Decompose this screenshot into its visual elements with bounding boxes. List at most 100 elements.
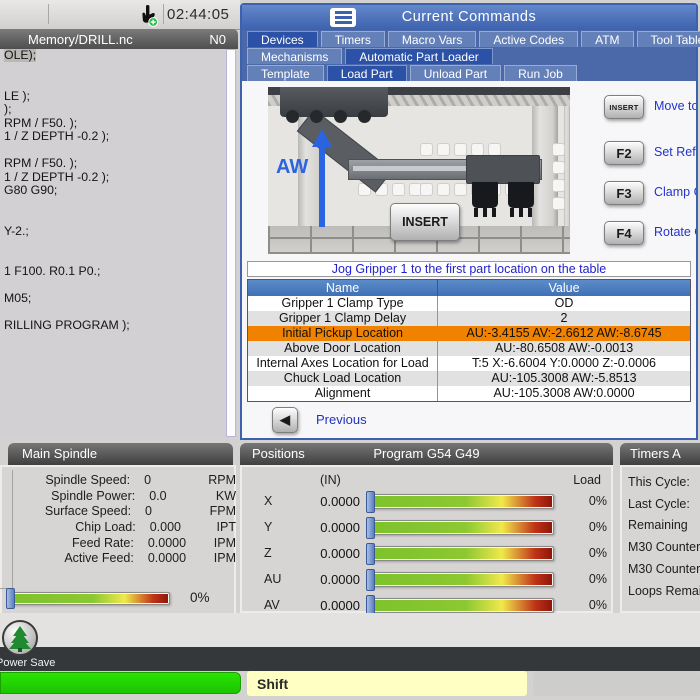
spindle-row-value: 0.0000	[134, 536, 214, 552]
code-text: );	[4, 102, 12, 116]
tab-active-codes[interactable]: Active Codes	[479, 31, 578, 47]
code-line	[0, 76, 238, 90]
axis-load-bar	[370, 572, 554, 587]
table-cell-name: Gripper 1 Clamp Delay	[248, 311, 438, 326]
axis-label: Y	[264, 520, 272, 534]
timer-row: M30 Counter	[628, 540, 700, 554]
table-row[interactable]: Chuck Load LocationAU:-105.3008 AW:-5.85…	[248, 371, 690, 386]
table-row[interactable]: Internal Axes Location for LoadT:5 X:-6.…	[248, 356, 690, 371]
spindle-row: Active Feed:0.0000IPM	[0, 551, 236, 567]
code-line	[0, 144, 238, 158]
table-row[interactable]: Initial Pickup LocationAU:-3.4155 AV:-2.…	[248, 326, 690, 341]
tab-row: DevicesTimersMacro VarsActive CodesATMTo…	[242, 30, 696, 47]
wall-hole	[392, 183, 405, 196]
code-line: RILLING PROGRAM );	[0, 319, 238, 333]
positions-load-header: Load	[573, 473, 601, 487]
main-spindle-title: Main Spindle	[8, 446, 97, 461]
tab-load-part[interactable]: Load Part	[327, 65, 407, 81]
tab-unload-part[interactable]: Unload Part	[410, 65, 501, 81]
spindle-row: Spindle Power:0.0KW	[0, 489, 236, 505]
axis-row-y: Y0.00000%	[242, 517, 615, 539]
timer-row: Remaining	[628, 518, 688, 532]
menu-icon[interactable]	[330, 8, 356, 27]
wall-hole	[552, 197, 565, 210]
code-text: OLE);	[4, 49, 36, 62]
timers-panel: This Cycle: Last Cycle: Remaining M30 Count…	[620, 465, 700, 613]
table-cell-value: AU:-105.3008 AW:-5.8513	[438, 371, 690, 386]
axis-label: Z	[264, 546, 272, 560]
table-row[interactable]: Above Door LocationAU:-80.6508 AW:-0.001…	[248, 341, 690, 356]
timer-row: This Cycle:	[628, 475, 690, 489]
insert-key-overlay: INSERT	[390, 203, 460, 241]
spindle-row-unit: FPM	[210, 504, 236, 520]
axis-load-marker	[366, 569, 375, 591]
program-title: Memory/DRILL.nc	[28, 32, 133, 47]
power-save-icon[interactable]	[2, 620, 38, 656]
axis-load-marker	[366, 517, 375, 539]
f4-key-button[interactable]: F4	[604, 221, 644, 245]
timers-header: Timers A	[620, 443, 700, 465]
program-scrollbar[interactable]	[226, 49, 236, 437]
code-line: 1 F100. R0.1 P0.;	[0, 265, 238, 279]
program-listing[interactable]: OLE);LE ););RPM / F50. );1 / Z DEPTH -0.…	[0, 49, 238, 437]
code-line	[0, 198, 238, 212]
tab-devices[interactable]: Devices	[247, 31, 318, 47]
table-row[interactable]: Gripper 1 Clamp Delay2	[248, 311, 690, 326]
positions-header: Positions Program G54 G49	[240, 443, 613, 465]
spindle-row: Surface Speed:0FPM	[0, 504, 236, 520]
code-line: );	[0, 103, 238, 117]
axis-load-bar	[370, 494, 554, 509]
previous-arrow-icon: ◀	[280, 412, 290, 428]
code-line: RPM / F50. );	[0, 157, 238, 171]
program-block-number: N0	[209, 32, 226, 47]
spindle-row-unit: IPM	[214, 536, 236, 552]
spindle-row-value: 0	[131, 504, 210, 520]
current-commands-panel: Current Commands DevicesTimersMacro Vars…	[240, 3, 698, 440]
wall-hole	[552, 179, 565, 192]
table-cell-value: OD	[438, 296, 690, 311]
f2-key-button[interactable]: F2	[604, 141, 644, 165]
tab-run-job[interactable]: Run Job	[504, 65, 577, 81]
previous-label: Previous	[316, 412, 367, 427]
table-row[interactable]: Gripper 1 Clamp TypeOD	[248, 296, 690, 311]
axis-position-value: 0.0000	[284, 546, 360, 561]
spindle-row-label: Surface Speed:	[0, 504, 131, 520]
spindle-row-value: 0.000	[136, 520, 217, 536]
code-line: G80 G90;	[0, 184, 238, 198]
wall-hole	[420, 183, 433, 196]
gripper-fingers	[510, 208, 532, 217]
gripper-2	[508, 182, 534, 208]
spindle-row: Feed Rate:0.0000IPM	[0, 536, 236, 552]
main-spindle-header: Main Spindle	[8, 443, 233, 465]
table-cell-name: Initial Pickup Location	[248, 326, 438, 341]
tab-atm[interactable]: ATM	[581, 31, 633, 47]
axis-position-value: 0.0000	[284, 598, 360, 613]
shift-indicator: Shift	[247, 671, 527, 696]
spindle-row-value: 0.0000	[134, 551, 214, 567]
table-cell-name: Internal Axes Location for Load	[248, 356, 438, 371]
axis-label: X	[264, 494, 272, 508]
column-header-name: Name	[248, 280, 438, 296]
tab-mechanisms[interactable]: Mechanisms	[247, 48, 342, 64]
code-line	[0, 238, 238, 252]
tab-timers[interactable]: Timers	[321, 31, 385, 47]
footer-progress-bar	[0, 672, 241, 694]
axis-load-percent: 0%	[567, 520, 607, 534]
code-line	[0, 279, 238, 293]
previous-button[interactable]: ◀	[272, 407, 298, 433]
f3-key-button[interactable]: F3	[604, 181, 644, 205]
code-text: Y-2.;	[4, 224, 29, 238]
insert-key-button[interactable]: INSERT	[604, 95, 644, 119]
tab-template[interactable]: Template	[247, 65, 324, 81]
timer-row: Last Cycle:	[628, 497, 690, 511]
axis-position-value: 0.0000	[284, 494, 360, 509]
action-label: Clamp Gr	[654, 185, 696, 199]
tab-automatic-part-loader[interactable]: Automatic Part Loader	[345, 48, 492, 64]
table-header-row: NameValue	[248, 280, 690, 296]
tab-macro-vars[interactable]: Macro Vars	[388, 31, 476, 47]
spindle-row-unit: RPM	[208, 473, 236, 489]
wall-hole	[437, 143, 450, 156]
tab-tool-table[interactable]: Tool Table	[637, 31, 700, 47]
carriage-roller	[358, 110, 371, 123]
table-row[interactable]: AlignmentAU:-105.3008 AW:0.0000	[248, 386, 690, 401]
